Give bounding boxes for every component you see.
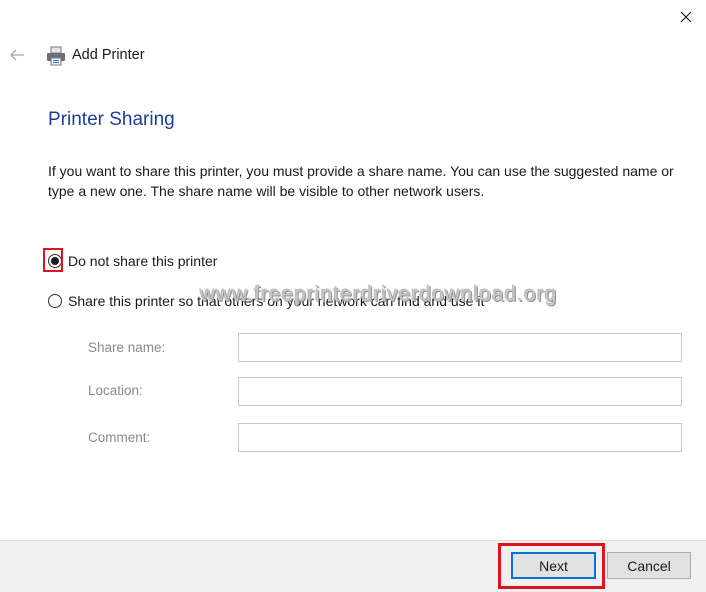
- close-icon: [680, 11, 692, 23]
- page-description: If you want to share this printer, you m…: [48, 163, 674, 199]
- cancel-button[interactable]: Cancel: [607, 552, 691, 579]
- radio-share-printer[interactable]: Share this printer so that others on you…: [48, 293, 484, 309]
- window-title: Add Printer: [72, 47, 145, 63]
- radio-label: Share this printer so that others on you…: [68, 293, 485, 309]
- radio-label: Do not share this printer: [68, 253, 218, 269]
- close-button[interactable]: [670, 2, 702, 32]
- location-input[interactable]: [238, 377, 682, 406]
- share-name-label: Share name:: [88, 340, 166, 355]
- location-label: Location:: [88, 383, 143, 398]
- share-name-input[interactable]: [238, 333, 682, 362]
- comment-input[interactable]: [238, 423, 682, 452]
- back-arrow-icon: [10, 49, 24, 61]
- back-button[interactable]: [8, 46, 28, 66]
- highlight-box-radio: [43, 248, 63, 272]
- radio-do-not-share[interactable]: Do not share this printer: [48, 253, 217, 269]
- page-heading: Printer Sharing: [48, 109, 175, 130]
- comment-label: Comment:: [88, 430, 151, 445]
- highlight-box-next: [498, 543, 605, 589]
- printer-icon: [47, 46, 65, 66]
- radio-button-unchecked[interactable]: [48, 294, 62, 308]
